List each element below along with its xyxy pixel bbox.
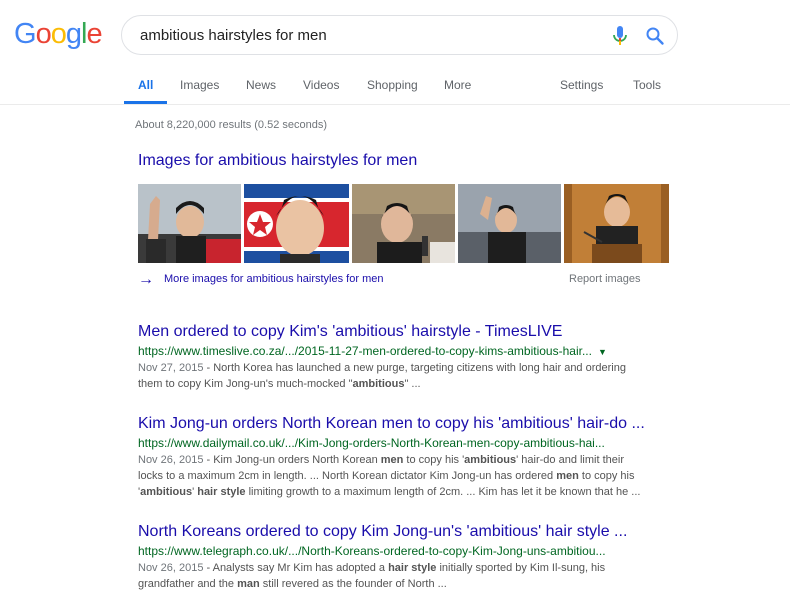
dropdown-arrow-icon[interactable]: ▼ [598, 347, 607, 357]
snippet-text: - North Korea has launched a new purge, … [203, 362, 626, 374]
image-thumbnail[interactable] [244, 184, 349, 263]
microphone-icon[interactable] [610, 25, 630, 47]
logo-letter: g [65, 18, 82, 50]
tab-news[interactable]: News [246, 78, 276, 92]
tab-videos[interactable]: Videos [303, 78, 339, 92]
logo-letter: o [50, 18, 67, 50]
snippet-text: to copy his ' [403, 454, 465, 466]
snippet-highlight: hair style [197, 486, 246, 498]
result-snippet: Nov 27, 2015 - North Korea has launched … [138, 360, 663, 392]
snippet-text: grandfather and the [138, 578, 238, 590]
snippet-text: initially sported by Kim Il-sung, his [436, 562, 606, 574]
google-logo[interactable]: Google [14, 18, 103, 50]
header-divider [0, 104, 790, 105]
snippet-highlight: hair style [388, 562, 437, 574]
result-snippet: Nov 26, 2015 - Analysts say Mr Kim has a… [138, 560, 663, 592]
snippet-text: them to copy Kim Jong-un's much-mocked " [138, 378, 353, 390]
snippet-text: " ... [404, 378, 421, 390]
snippet-text: limiting growth to a maximum length of 2… [245, 486, 641, 498]
snippet-text: locks to a maximum 2cm in length. ... No… [138, 470, 557, 482]
snippet-highlight: ambitious [352, 378, 405, 390]
logo-letter: G [14, 18, 37, 50]
snippet-text: still revered as the founder of North ..… [259, 578, 447, 590]
tab-images[interactable]: Images [180, 78, 219, 92]
logo-letter: o [35, 18, 52, 50]
result-snippet: Nov 26, 2015 - Kim Jong-un orders North … [138, 452, 663, 500]
more-images-link[interactable]: → More images for ambitious hairstyles fo… [138, 271, 383, 289]
snippet-highlight: ambitious [140, 486, 193, 498]
result-url: https://www.telegraph.co.uk/.../North-Ko… [138, 544, 606, 558]
tab-tools[interactable]: Tools [633, 78, 661, 92]
snippet-text: to copy his [578, 470, 635, 482]
tab-shopping[interactable]: Shopping [367, 78, 418, 92]
tab-settings[interactable]: Settings [560, 78, 603, 92]
result-date: Nov 26, 2015 [138, 454, 204, 466]
image-thumbnail[interactable] [138, 184, 241, 263]
snippet-text: ' hair-do and limit their [516, 454, 624, 466]
result-date: Nov 27, 2015 [138, 362, 204, 374]
report-images-link[interactable]: Report images [569, 273, 641, 285]
result-stats: About 8,220,000 results (0.52 seconds) [135, 119, 328, 131]
logo-letter: e [86, 18, 102, 50]
result-title[interactable]: Kim Jong-un orders North Korean men to c… [138, 415, 645, 433]
image-thumbnail[interactable] [352, 184, 455, 263]
snippet-text: - Analysts say Mr Kim has adopted a [203, 562, 389, 574]
tab-more[interactable]: More [444, 78, 471, 92]
result-title[interactable]: Men ordered to copy Kim's 'ambitious' ha… [138, 323, 562, 341]
search-box[interactable]: ambitious hairstyles for men [121, 15, 678, 55]
image-pack-heading[interactable]: Images for ambitious hairstyles for men [138, 152, 417, 170]
image-thumbnail[interactable] [564, 184, 669, 263]
snippet-highlight: ambitious [464, 454, 517, 466]
snippet-highlight: men [556, 470, 579, 482]
result-url: https://www.timeslive.co.za/.../2015-11-… [138, 344, 607, 358]
tab-all[interactable]: All [138, 78, 153, 92]
result-url: https://www.dailymail.co.uk/.../Kim-Jong… [138, 436, 605, 450]
image-thumbnail[interactable] [458, 184, 561, 263]
search-input[interactable]: ambitious hairstyles for men [140, 27, 327, 44]
snippet-highlight: men [380, 454, 404, 466]
result-title[interactable]: North Koreans ordered to copy Kim Jong-u… [138, 523, 627, 541]
search-icon[interactable] [645, 26, 665, 46]
more-images-label: More images for ambitious hairstyles for… [164, 273, 384, 285]
snippet-highlight: man [237, 578, 260, 590]
arrow-right-icon: → [138, 271, 154, 288]
snippet-text: - Kim Jong-un orders North Korean [203, 454, 381, 466]
result-url-text: https://www.timeslive.co.za/.../2015-11-… [138, 344, 592, 358]
result-date: Nov 26, 2015 [138, 562, 204, 574]
